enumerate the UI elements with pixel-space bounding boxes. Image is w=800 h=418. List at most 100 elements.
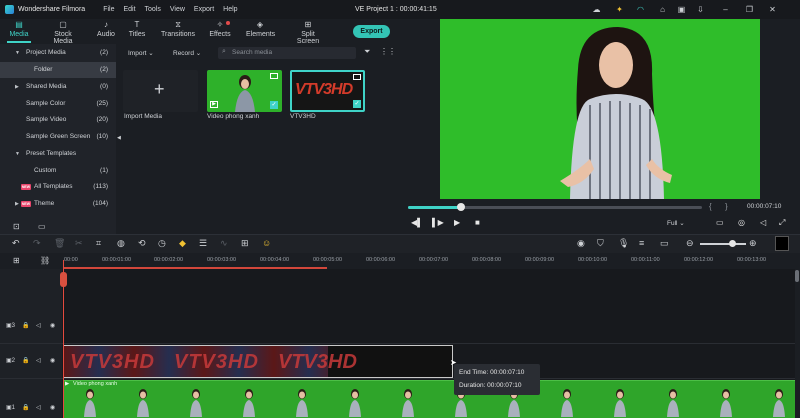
preview-viewer[interactable] (440, 19, 760, 199)
tab-stock-media[interactable]: ▢ Stock Media (44, 20, 82, 45)
menu-help[interactable]: Help (223, 6, 237, 13)
tab-audio[interactable]: ♪ Audio (95, 20, 117, 38)
volume-icon[interactable]: ◁ (760, 218, 766, 227)
color-icon[interactable]: ◍ (117, 238, 125, 249)
save-icon[interactable]: ▣ (677, 5, 686, 14)
cloud-icon[interactable]: ☁ (592, 5, 601, 14)
timeline-vertical-scrollbar[interactable] (795, 269, 800, 418)
visibility-icon[interactable]: ◉ (50, 322, 55, 329)
sidebar-item-sample-color[interactable]: Sample Color (25) (0, 96, 116, 112)
render-preview-icon[interactable]: ◉ (577, 238, 585, 249)
lock-icon[interactable]: 🔒 (22, 322, 29, 329)
menu-view[interactable]: View (170, 6, 185, 13)
rotate-icon[interactable]: ⟲ (138, 238, 146, 249)
crop-icon[interactable]: ⌗ (96, 238, 101, 249)
add-track-icon[interactable]: ⊞ (13, 256, 20, 265)
play-icon[interactable]: ▶ (454, 218, 460, 227)
zoom-out-icon[interactable]: ⊖ (686, 238, 694, 249)
menu-export[interactable]: Export (194, 6, 214, 13)
vtv3hd-timeline-clip[interactable]: VTV3HD VTV3HD VTV3HD (63, 345, 453, 378)
media-item-vtv3hd[interactable]: VTV3HD ✓ (290, 70, 365, 112)
media-item-video-phong-xanh[interactable]: ▶ ✓ (207, 70, 282, 112)
snapshot-icon[interactable]: ◎ (738, 218, 745, 227)
lock-icon[interactable]: 🔒 (22, 404, 29, 411)
scrollbar-thumb[interactable] (795, 270, 799, 282)
cut-icon[interactable]: ✂ (75, 238, 83, 249)
previous-frame-icon[interactable]: ◀▌ (411, 218, 423, 227)
import-dropdown[interactable]: Import ⌄ (128, 48, 154, 59)
folder-icon[interactable]: ▭ (38, 222, 46, 231)
timeline-panel-toggle[interactable] (775, 236, 789, 251)
voiceover-icon[interactable]: ≡ (639, 238, 644, 249)
tab-media[interactable]: ▤ Media (7, 20, 31, 38)
expand-triangle-icon[interactable]: ▶ (15, 201, 19, 207)
menu-tools[interactable]: Tools (145, 6, 161, 13)
mark-in-icon[interactable]: { (709, 202, 712, 211)
tab-split-screen[interactable]: ⊞ Split Screen (290, 20, 326, 45)
grid-view-icon[interactable]: ⋮⋮ (380, 47, 396, 56)
new-folder-icon[interactable]: ⊡ (13, 222, 20, 231)
delete-icon[interactable]: 🗑 (54, 238, 65, 249)
filter-icon[interactable]: ⏷ (364, 47, 370, 57)
notification-icon[interactable]: ⌂ (658, 5, 667, 14)
display-icon[interactable]: ▭ (716, 218, 724, 227)
sidebar-item-preset-templates[interactable]: ▼ Preset Templates (0, 146, 116, 162)
lock-icon[interactable]: 🔒 (22, 357, 29, 364)
speed-icon[interactable]: ◷ (158, 238, 166, 249)
download-icon[interactable]: ⇩ (696, 5, 705, 14)
sidebar-item-theme[interactable]: ▶ NEW Theme (104) (0, 196, 116, 212)
close-icon[interactable]: ✕ (768, 5, 777, 14)
scrubber-handle[interactable] (456, 203, 465, 211)
mute-icon[interactable]: ◁ (36, 357, 41, 364)
search-input[interactable]: ⌕ Search media (218, 47, 356, 59)
audio-wave-icon[interactable]: ∿ (220, 238, 228, 249)
lightbulb-icon[interactable]: ✦ (615, 5, 624, 14)
auto-highlight-icon[interactable]: ☺ (262, 238, 271, 249)
mark-out-icon[interactable]: } (725, 202, 728, 211)
zoom-in-icon[interactable]: ⊕ (749, 238, 757, 249)
tab-titles[interactable]: T Titles (128, 20, 146, 38)
minimize-icon[interactable]: – (721, 5, 730, 14)
restore-icon[interactable]: ❐ (745, 5, 754, 14)
undo-icon[interactable]: ↶ (12, 238, 20, 249)
play-pause-icon[interactable]: ▌▶ (432, 218, 444, 227)
sidebar-item-all-templates[interactable]: NEW All Templates (113) (0, 179, 116, 195)
subtitle-icon[interactable]: ▭ (660, 238, 669, 249)
quality-select[interactable]: Full ⌄ (667, 219, 685, 227)
stop-icon[interactable]: ■ (475, 218, 480, 227)
tab-transitions[interactable]: ⧖ Transitions (161, 20, 195, 38)
sidebar-item-project-media[interactable]: ▼ Project Media (2) (0, 45, 116, 61)
tab-elements[interactable]: ◈ Elements (246, 20, 275, 38)
mute-icon[interactable]: ◁ (36, 404, 41, 411)
sidebar-item-custom[interactable]: Custom (1) (0, 163, 116, 179)
marker-icon[interactable]: ⛉ (597, 238, 604, 249)
microphone-icon[interactable]: 🎙 (618, 238, 629, 249)
menu-file[interactable]: File (103, 6, 114, 13)
sidebar-item-sample-video[interactable]: Sample Video (20) (0, 112, 116, 128)
playhead-handle[interactable] (60, 272, 67, 287)
record-dropdown[interactable]: Record ⌄ (173, 48, 201, 59)
export-button[interactable]: Export (353, 25, 390, 38)
split-audio-icon[interactable]: ⊞ (241, 238, 249, 249)
import-media-tile[interactable]: + (123, 70, 198, 112)
collapse-triangle-icon[interactable]: ▼ (15, 50, 20, 56)
headset-icon[interactable]: ◠ (636, 5, 645, 14)
visibility-icon[interactable]: ◉ (50, 357, 55, 364)
link-icon[interactable]: ⛓ (40, 256, 50, 265)
mute-icon[interactable]: ◁ (36, 322, 41, 329)
menu-edit[interactable]: Edit (123, 6, 135, 13)
keyframe-icon[interactable]: ◆ (179, 238, 186, 249)
sidebar-item-folder[interactable]: Folder (2) (0, 62, 116, 78)
zoom-slider-handle[interactable] (729, 240, 736, 247)
zoom-slider[interactable] (700, 243, 746, 245)
fullscreen-icon[interactable]: ⤢ (779, 218, 785, 228)
expand-triangle-icon[interactable]: ▶ (15, 84, 19, 90)
video-phong-xanh-timeline-clip[interactable]: ▶ Video phong xanh (63, 380, 796, 418)
collapse-triangle-icon[interactable]: ▼ (15, 151, 20, 157)
sidebar-item-sample-green-screen[interactable]: Sample Green Screen (10) (0, 129, 116, 145)
visibility-icon[interactable]: ◉ (50, 404, 55, 411)
collapse-panel-arrow-icon[interactable]: ◀ (117, 135, 121, 141)
adjust-icon[interactable]: ☰ (199, 238, 207, 249)
redo-icon[interactable]: ↷ (33, 238, 41, 249)
sidebar-item-shared-media[interactable]: ▶ Shared Media (0) (0, 79, 116, 95)
